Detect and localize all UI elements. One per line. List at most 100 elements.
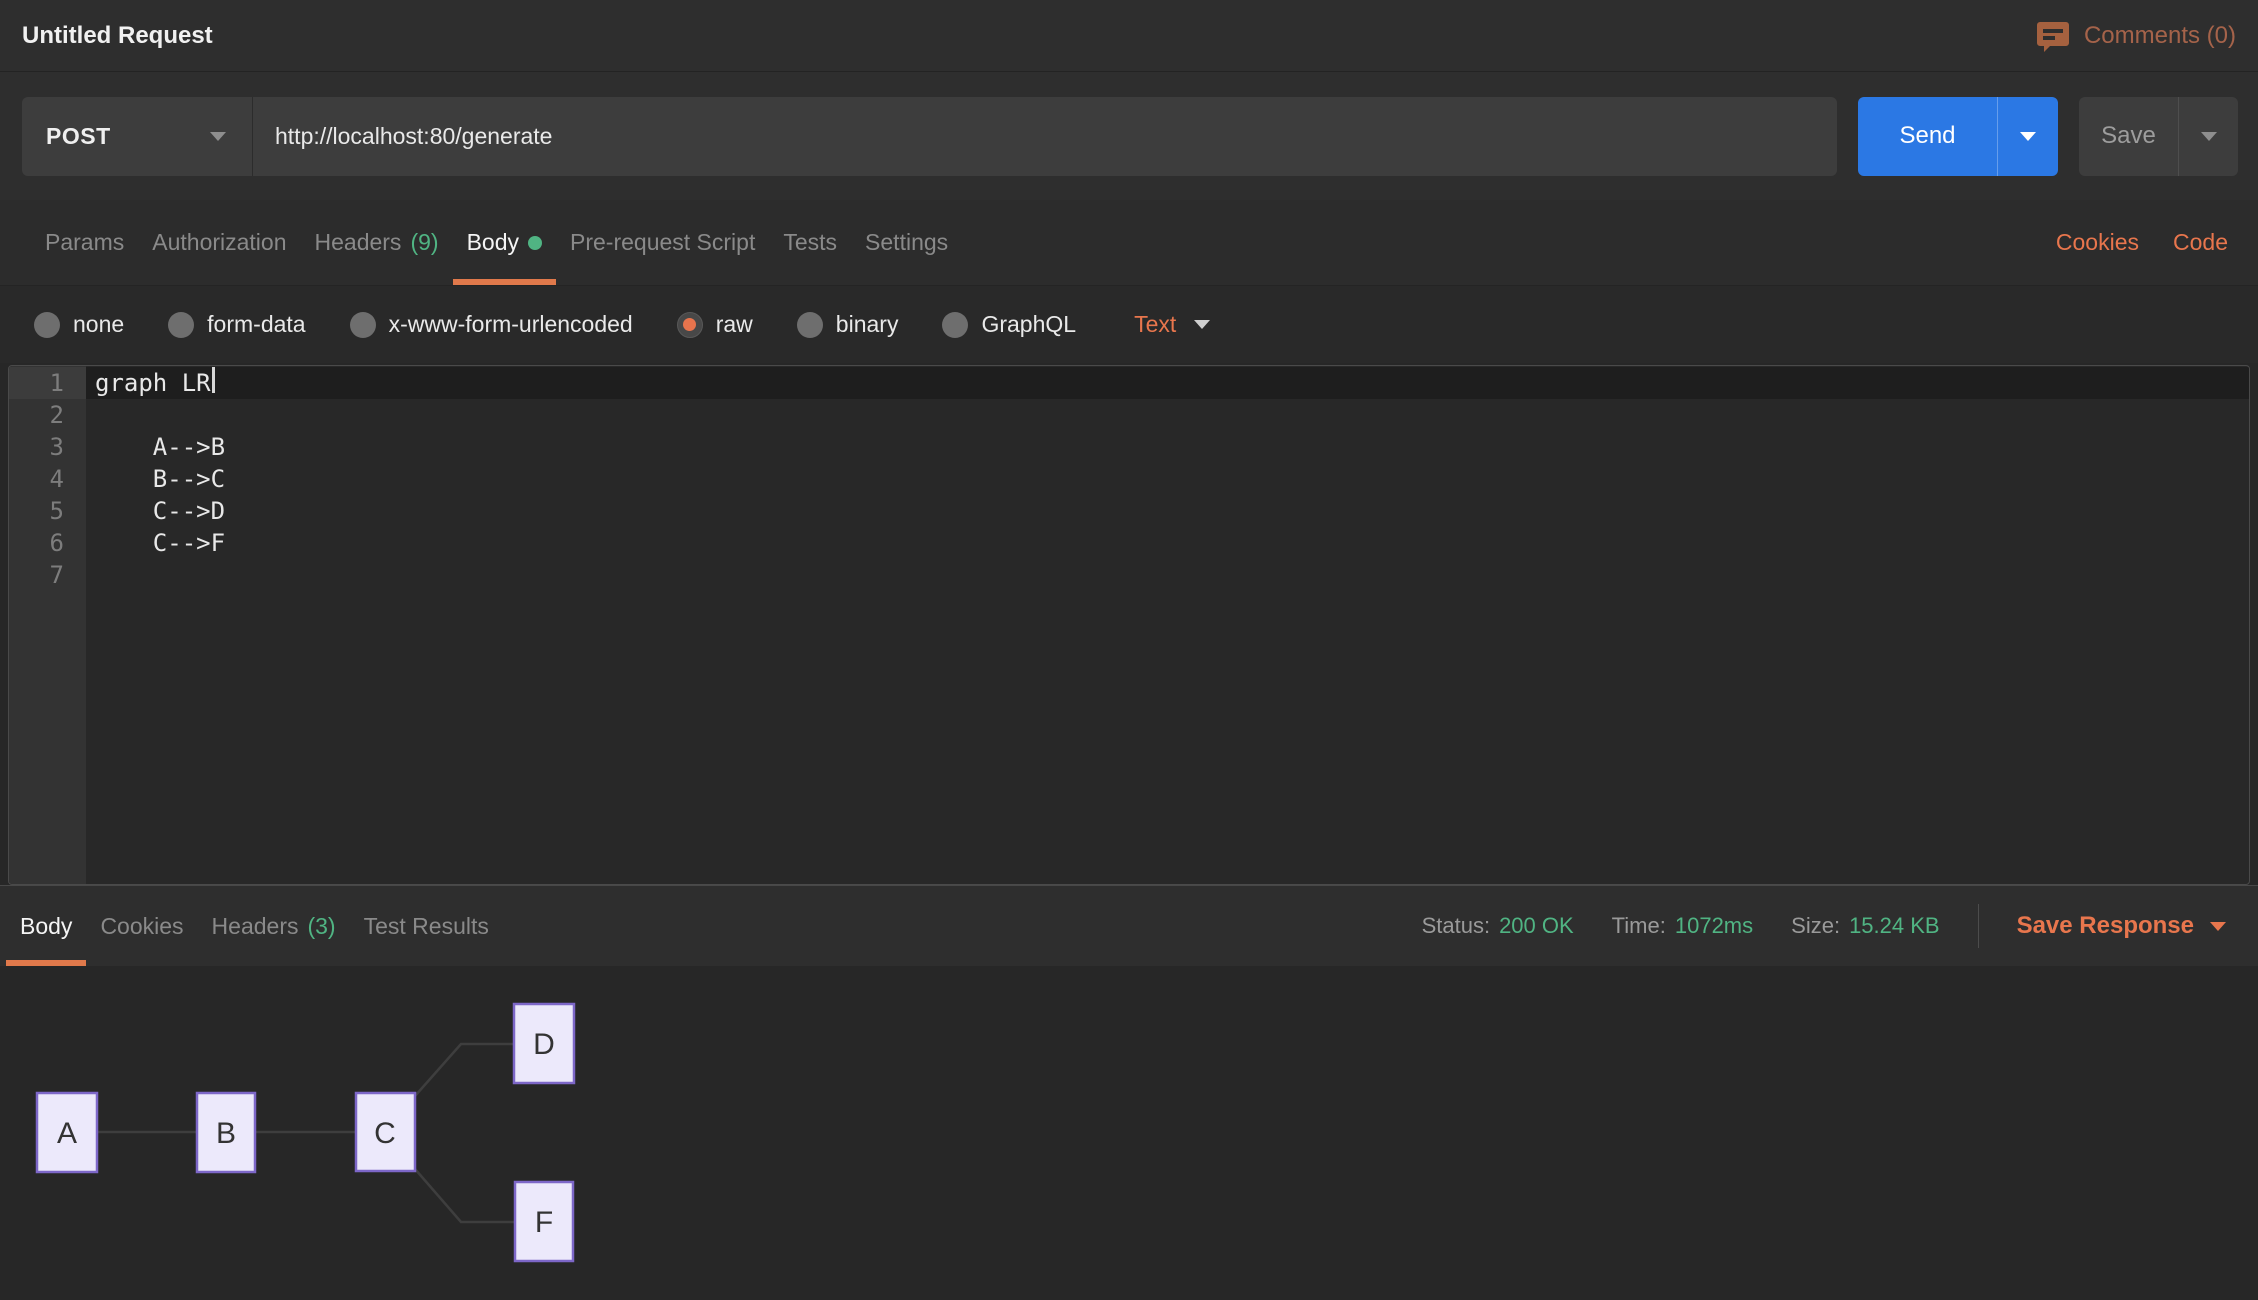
code-line[interactable]: 5 C-->D <box>9 495 2249 527</box>
chevron-down-icon <box>2201 132 2217 141</box>
tab-count: (9) <box>410 229 438 256</box>
response-tab-cookies[interactable]: Cookies <box>86 886 197 966</box>
radio-icon <box>168 312 194 338</box>
format-label: Text <box>1134 311 1176 338</box>
save-response-button[interactable]: Save Response <box>2017 912 2226 940</box>
request-url-row: POST Send Save <box>0 72 2258 200</box>
line-number: 6 <box>9 527 86 559</box>
response-tab-headers[interactable]: Headers (3) <box>198 886 350 966</box>
save-button[interactable]: Save <box>2079 97 2178 176</box>
mermaid-graph: A B C D F <box>0 966 2258 1300</box>
time-label: Time: <box>1612 913 1666 939</box>
status-value: 200 OK <box>1499 913 1574 939</box>
raw-body-editor[interactable]: 1 graph LR 2 3 A-->B 4 B-->C 5 C-->D <box>8 365 2250 885</box>
tab-label: Headers <box>212 913 299 940</box>
radio-label: raw <box>716 311 753 338</box>
save-response-label: Save Response <box>2017 912 2194 940</box>
radio-icon <box>797 312 823 338</box>
tab-label: Cookies <box>100 913 183 940</box>
send-options-button[interactable] <box>1997 97 2058 176</box>
line-text <box>86 559 95 591</box>
response-meta: Status: 200 OK Time: 1072ms Size: 15.24 … <box>1422 886 2226 966</box>
radio-raw[interactable]: raw <box>677 311 753 338</box>
line-number: 2 <box>9 399 86 431</box>
radio-label: none <box>73 311 124 338</box>
response-header: Body Cookies Headers (3) Test Results St… <box>0 885 2258 966</box>
radio-none[interactable]: none <box>34 311 124 338</box>
code-line[interactable]: 7 <box>9 559 2249 591</box>
code-line[interactable]: 1 graph LR <box>9 367 2249 399</box>
radio-x-www-form-urlencoded[interactable]: x-www-form-urlencoded <box>350 311 633 338</box>
save-options-button[interactable] <box>2178 97 2238 176</box>
code-line[interactable]: 2 <box>9 399 2249 431</box>
time-pair: Time: 1072ms <box>1612 913 1753 939</box>
code-line[interactable]: 4 B-->C <box>9 463 2249 495</box>
header-bar: Untitled Request Comments (0) <box>0 0 2258 72</box>
format-select[interactable]: Text <box>1134 311 1210 338</box>
cookies-link[interactable]: Cookies <box>2056 229 2139 256</box>
radio-binary[interactable]: binary <box>797 311 899 338</box>
tab-body[interactable]: Body <box>453 200 556 285</box>
radio-label: GraphQL <box>981 311 1076 338</box>
tab-label: Test Results <box>364 913 489 940</box>
tab-label: Headers <box>315 229 402 256</box>
line-text: graph LR <box>86 367 211 399</box>
tab-label: Body <box>20 913 72 940</box>
radio-selected-icon <box>677 312 703 338</box>
radio-label: x-www-form-urlencoded <box>389 311 633 338</box>
node-d-label: D <box>533 1028 555 1061</box>
chevron-down-icon <box>2020 132 2036 141</box>
response-tab-test-results[interactable]: Test Results <box>350 886 503 966</box>
save-button-group: Save <box>2079 97 2238 176</box>
tab-settings[interactable]: Settings <box>851 200 962 285</box>
status-pair: Status: 200 OK <box>1422 913 1574 939</box>
chevron-down-icon <box>2210 922 2226 931</box>
size-pair: Size: 15.24 KB <box>1791 913 1939 939</box>
comments-button[interactable]: Comments (0) <box>2036 19 2236 53</box>
tab-label: Pre-request Script <box>570 229 755 256</box>
postman-request-window: Untitled Request Comments (0) POST Send <box>0 0 2258 1300</box>
code-line[interactable]: 6 C-->F <box>9 527 2249 559</box>
line-text <box>86 399 95 431</box>
line-number: 4 <box>9 463 86 495</box>
comment-icon <box>2036 19 2070 53</box>
tab-label: Tests <box>783 229 837 256</box>
send-button[interactable]: Send <box>1858 97 1997 176</box>
code-line[interactable]: 3 A-->B <box>9 431 2249 463</box>
radio-graphql[interactable]: GraphQL <box>942 311 1076 338</box>
body-mode-options: none form-data x-www-form-urlencoded raw… <box>0 286 2258 363</box>
tab-authorization[interactable]: Authorization <box>138 200 300 285</box>
radio-label: form-data <box>207 311 305 338</box>
method-label: POST <box>46 123 111 150</box>
edge-c-f <box>415 1169 515 1222</box>
tab-headers[interactable]: Headers (9) <box>301 200 453 285</box>
url-input[interactable] <box>253 97 1837 176</box>
radio-form-data[interactable]: form-data <box>168 311 305 338</box>
tab-label: Settings <box>865 229 948 256</box>
size-value: 15.24 KB <box>1849 913 1940 939</box>
line-text: C-->F <box>86 527 225 559</box>
node-a-label: A <box>57 1117 77 1150</box>
comments-label: Comments (0) <box>2084 22 2236 50</box>
response-tab-body[interactable]: Body <box>6 886 86 966</box>
tab-label: Body <box>467 229 519 256</box>
tab-label: Params <box>45 229 124 256</box>
radio-label: binary <box>836 311 899 338</box>
send-button-group: Send <box>1858 97 2058 176</box>
body-modified-dot <box>528 236 542 250</box>
method-select[interactable]: POST <box>22 97 252 176</box>
time-value: 1072ms <box>1675 913 1753 939</box>
chevron-down-icon <box>210 132 226 141</box>
request-right-links: Cookies Code <box>2056 200 2228 285</box>
edge-c-d <box>415 1044 514 1096</box>
status-label: Status: <box>1422 913 1490 939</box>
size-label: Size: <box>1791 913 1840 939</box>
code-link[interactable]: Code <box>2173 229 2228 256</box>
request-box: POST <box>22 97 1837 176</box>
request-tabs: Params Authorization Headers (9) Body Pr… <box>0 200 2258 286</box>
tab-tests[interactable]: Tests <box>769 200 851 285</box>
chevron-down-icon <box>1194 320 1210 329</box>
tab-pre-request-script[interactable]: Pre-request Script <box>556 200 769 285</box>
tab-params[interactable]: Params <box>31 200 138 285</box>
radio-icon <box>350 312 376 338</box>
